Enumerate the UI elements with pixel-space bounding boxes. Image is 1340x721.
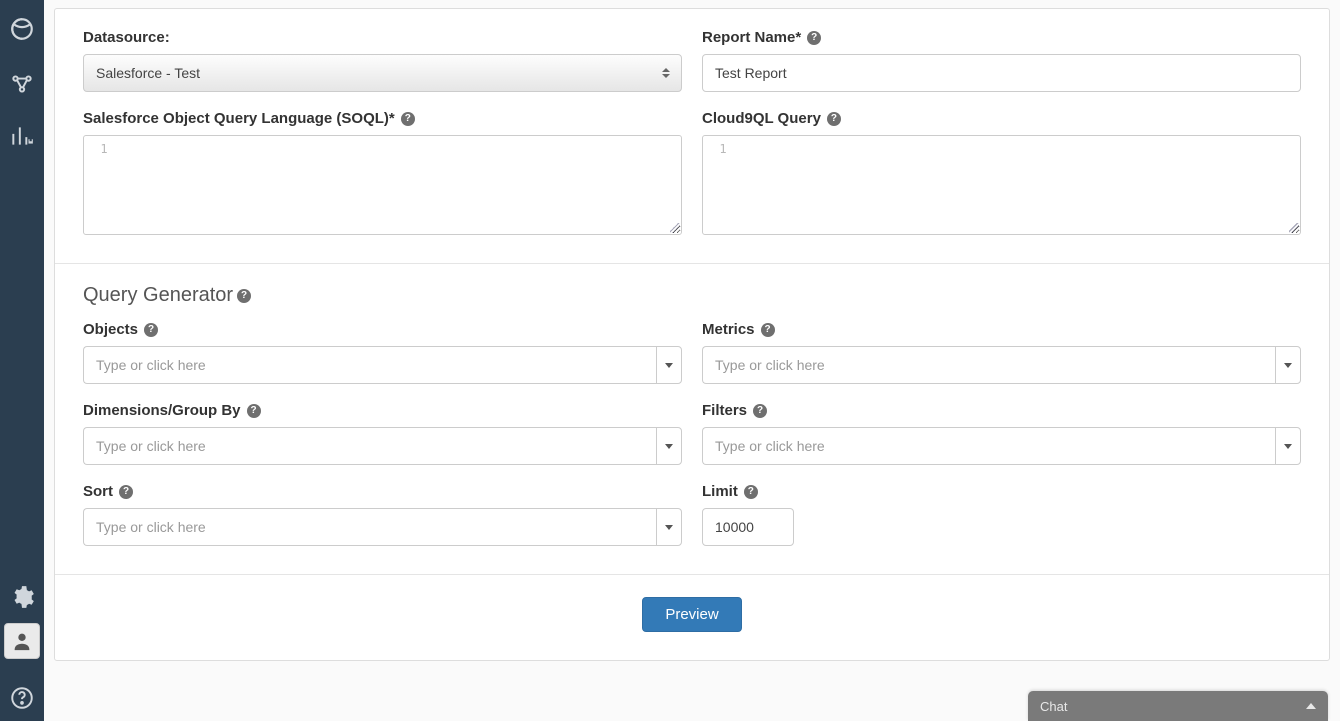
dimensions-label: Dimensions/Group By ? [83,402,682,419]
limit-label: Limit ? [702,483,1301,500]
help-icon[interactable]: ? [144,323,158,337]
help-icon[interactable]: ? [753,404,767,418]
sort-label: Sort ? [83,483,682,500]
help-icon[interactable]: ? [401,112,415,126]
filters-combo [702,427,1301,465]
line-gutter: 1 [84,136,124,234]
sort-dropdown-button[interactable] [656,508,682,546]
help-icon[interactable]: ? [807,31,821,45]
chat-label: Chat [1040,699,1067,714]
metrics-combo [702,346,1301,384]
resize-handle-icon[interactable] [1289,223,1299,233]
c9ql-editor[interactable]: 1 [702,135,1301,235]
filters-dropdown-button[interactable] [1275,427,1301,465]
help-icon[interactable]: ? [827,112,841,126]
query-generator-section: Query Generator ? Objects ? [55,263,1329,574]
metrics-input[interactable] [702,346,1275,384]
datasource-select[interactable]: Salesforce - Test [83,54,682,92]
line-gutter: 1 [703,136,743,234]
help-icon[interactable]: ? [237,289,251,303]
chevron-up-icon [1306,703,1316,709]
chat-bar[interactable]: Chat [1028,691,1328,721]
filters-label: Filters ? [702,402,1301,419]
main-content: Datasource: Salesforce - Test Report Nam… [44,0,1340,721]
reports-icon[interactable] [0,110,44,162]
c9ql-label: Cloud9QL Query ? [702,110,1301,127]
datasource-section: Datasource: Salesforce - Test Report Nam… [55,9,1329,263]
metrics-dropdown-button[interactable] [1275,346,1301,384]
report-name-input[interactable] [702,54,1301,92]
report-name-label: Report Name* ? [702,29,1301,46]
dimensions-input[interactable] [83,427,656,465]
help-icon[interactable]: ? [119,485,133,499]
left-sidebar [0,0,44,721]
soql-editor[interactable]: 1 [83,135,682,235]
help-sidebar-icon[interactable] [0,675,44,721]
preview-button[interactable]: Preview [642,597,741,632]
help-icon[interactable]: ? [247,404,261,418]
c9ql-textarea[interactable] [743,136,1300,234]
query-generator-heading: Query Generator ? [83,284,1301,307]
dimensions-dropdown-button[interactable] [656,427,682,465]
datasource-label: Datasource: [83,29,682,46]
metrics-label: Metrics ? [702,321,1301,338]
objects-input[interactable] [83,346,656,384]
resize-handle-icon[interactable] [670,223,680,233]
objects-dropdown-button[interactable] [656,346,682,384]
select-caret-icon [657,55,675,91]
report-builder-panel: Datasource: Salesforce - Test Report Nam… [54,8,1330,661]
limit-input[interactable] [702,508,794,546]
help-icon[interactable]: ? [761,323,775,337]
settings-icon[interactable] [0,571,44,623]
soql-textarea[interactable] [124,136,681,234]
logo-icon[interactable] [0,0,44,58]
user-avatar-icon[interactable] [4,623,40,659]
objects-combo [83,346,682,384]
preview-row: Preview [55,574,1329,660]
objects-label: Objects ? [83,321,682,338]
soql-label: Salesforce Object Query Language (SOQL)*… [83,110,682,127]
sort-input[interactable] [83,508,656,546]
app-root: Datasource: Salesforce - Test Report Nam… [0,0,1340,721]
help-icon[interactable]: ? [744,485,758,499]
sort-combo [83,508,682,546]
connectors-icon[interactable] [0,58,44,110]
filters-input[interactable] [702,427,1275,465]
dimensions-combo [83,427,682,465]
datasource-value: Salesforce - Test [96,65,200,81]
